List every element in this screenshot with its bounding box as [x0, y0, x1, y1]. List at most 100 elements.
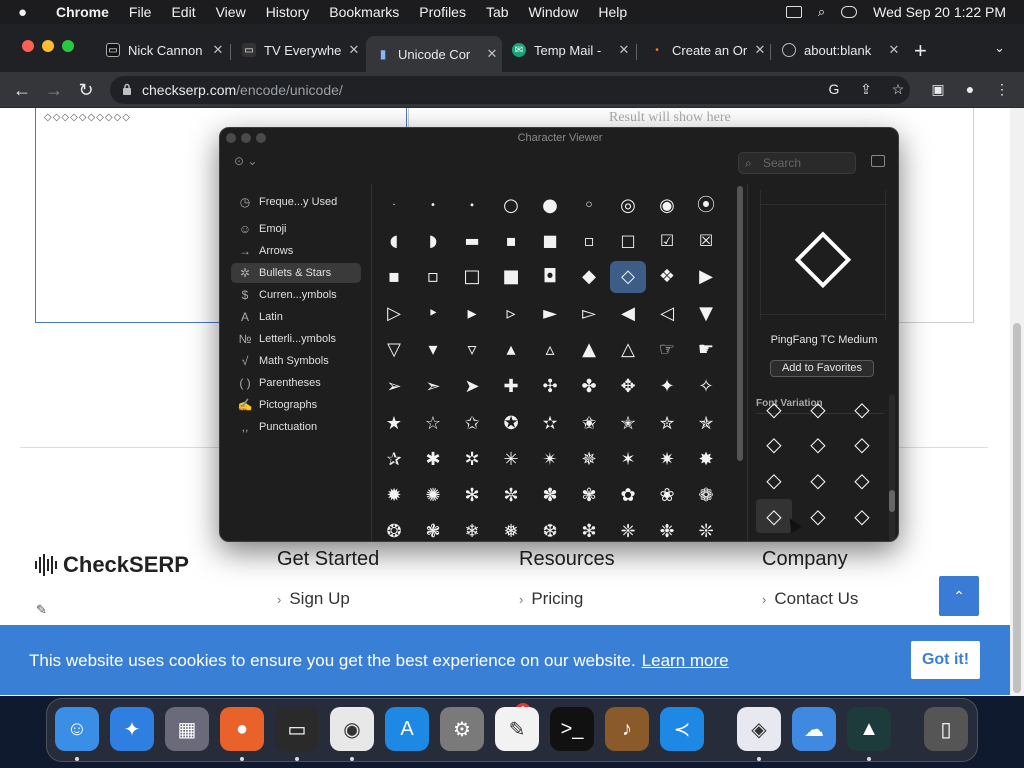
category-item[interactable]: ☺ Emoji: [231, 219, 361, 239]
character-cell[interactable]: ☑: [649, 225, 685, 257]
close-window-button[interactable]: [226, 133, 236, 143]
font-variation-cell[interactable]: ◇: [756, 392, 792, 426]
character-cell[interactable]: ▷: [376, 298, 412, 330]
font-variation-cell[interactable]: ◇: [800, 463, 836, 497]
guitar-icon[interactable]: ♪: [605, 707, 649, 751]
apple-icon[interactable]: ●: [18, 4, 36, 21]
category-item[interactable]: A Latin: [231, 307, 361, 327]
page-scrollbar[interactable]: [1010, 108, 1024, 696]
font-variation-cell[interactable]: ◇: [844, 463, 880, 497]
character-cell[interactable]: ◘: [532, 261, 568, 293]
character-cell[interactable]: ▪: [493, 225, 529, 257]
character-cell[interactable]: ▸: [454, 298, 490, 330]
got-it-button[interactable]: Got it!: [911, 641, 980, 679]
character-cell[interactable]: ◖: [376, 225, 412, 257]
character-cell[interactable]: ❀: [649, 480, 685, 512]
back-button[interactable]: ←: [10, 78, 34, 102]
character-cell[interactable]: ✣: [532, 371, 568, 403]
character-cell[interactable]: ○: [493, 190, 529, 222]
menu-bookmarks[interactable]: Bookmarks: [329, 4, 399, 20]
character-cell[interactable]: ❖: [649, 261, 685, 293]
category-item[interactable]: → Arrows: [231, 241, 361, 261]
category-item[interactable]: ,, Punctuation: [231, 417, 361, 437]
character-cell[interactable]: ❉: [649, 516, 685, 541]
character-cell[interactable]: ✿: [610, 480, 646, 512]
side-panel-icon[interactable]: ▣: [929, 81, 947, 99]
scrollbar-thumb[interactable]: [1013, 323, 1021, 693]
settings-icon[interactable]: ⚙: [440, 707, 484, 751]
menu-tab[interactable]: Tab: [486, 4, 509, 20]
menu-file[interactable]: File: [129, 4, 152, 20]
screen-mirroring-icon[interactable]: [785, 6, 802, 18]
visualstudio-icon[interactable]: ◈: [737, 707, 781, 751]
variation-scrollbar[interactable]: [889, 394, 895, 541]
character-cell[interactable]: ·: [376, 190, 412, 222]
font-variation-cell[interactable]: ◇: [756, 499, 792, 533]
close-tab-icon[interactable]: ✕: [344, 42, 364, 58]
character-cell[interactable]: ✵: [571, 444, 607, 476]
trash-icon[interactable]: ▯: [924, 707, 968, 751]
category-item[interactable]: № Letterli...ymbols: [231, 329, 361, 349]
character-cell[interactable]: ✮: [649, 408, 685, 440]
control-center-icon[interactable]: [841, 6, 858, 18]
character-cell[interactable]: ❇: [571, 516, 607, 541]
launchpad-icon[interactable]: ▦: [165, 707, 209, 751]
tab-create-account[interactable]: • Create an Or ✕: [640, 36, 770, 64]
zoom-window-button[interactable]: [62, 40, 74, 52]
forward-button[interactable]: →: [42, 78, 66, 102]
scrollbar-thumb[interactable]: [889, 490, 895, 512]
character-cell[interactable]: ✼: [493, 480, 529, 512]
close-tab-icon[interactable]: ✕: [750, 42, 770, 58]
character-cell[interactable]: ✶: [610, 444, 646, 476]
character-cell[interactable]: ▿: [454, 334, 490, 366]
character-search-input[interactable]: ⌕ Search: [738, 152, 856, 174]
character-cell[interactable]: ✩: [454, 408, 490, 440]
tab-about-blank[interactable]: about:blank ✕: [772, 36, 904, 64]
menu-view[interactable]: View: [216, 4, 246, 20]
terminal-icon[interactable]: >_: [550, 707, 594, 751]
character-cell[interactable]: ✦: [649, 371, 685, 403]
google-lens-icon[interactable]: G: [825, 81, 843, 99]
zoom-window-button[interactable]: [256, 133, 266, 143]
font-variation-cell[interactable]: ◇: [800, 392, 836, 426]
tab-temp-mail[interactable]: ✉ Temp Mail - ✕: [502, 36, 634, 64]
menu-window[interactable]: Window: [529, 4, 579, 20]
footer-link-pricing[interactable]: › Pricing: [519, 589, 615, 609]
scroll-to-top-button[interactable]: ⌃: [939, 576, 979, 616]
font-variation-cell[interactable]: ◇: [800, 427, 836, 461]
filmora-icon[interactable]: ▲: [847, 707, 891, 751]
menubar-clock[interactable]: Wed Sep 20 1:22 PM: [873, 4, 1006, 20]
add-to-favorites-button[interactable]: Add to Favorites: [770, 360, 874, 377]
minimize-window-button[interactable]: [42, 40, 54, 52]
menu-app-name[interactable]: Chrome: [56, 4, 109, 20]
character-cell[interactable]: ✾: [571, 480, 607, 512]
font-variation-cell[interactable]: ◇: [756, 463, 792, 497]
checkserp-logo[interactable]: CheckSERP: [35, 552, 189, 578]
character-cell[interactable]: ⦿: [688, 190, 724, 222]
category-item[interactable]: ◷ Freque...y Used: [231, 192, 361, 212]
more-menu-icon[interactable]: ⋮: [993, 81, 1011, 99]
grid-view-toggle-icon[interactable]: [871, 155, 885, 167]
firefox-icon[interactable]: ●: [220, 707, 264, 751]
character-cell[interactable]: ■: [532, 225, 568, 257]
character-cell[interactable]: ●: [532, 190, 568, 222]
reload-button[interactable]: ↻: [74, 78, 98, 102]
character-cell[interactable]: ▵: [532, 334, 568, 366]
font-variation-cell[interactable]: ◇: [756, 427, 792, 461]
tab-search-chevron-icon[interactable]: ⌄: [994, 40, 1005, 56]
menu-help[interactable]: Help: [598, 4, 627, 20]
character-cell[interactable]: ✧: [688, 371, 724, 403]
chrome-icon[interactable]: ◉: [330, 707, 374, 751]
vscode-icon[interactable]: ≺: [660, 707, 704, 751]
character-cell[interactable]: ❊: [688, 516, 724, 541]
category-item[interactable]: ✲ Bullets & Stars: [231, 263, 361, 283]
character-cell[interactable]: ∙: [454, 190, 490, 222]
category-item[interactable]: √ Math Symbols: [231, 351, 361, 371]
minimize-window-button[interactable]: [241, 133, 251, 143]
safari-icon[interactable]: ✦: [110, 707, 154, 751]
tab-nick-cannon[interactable]: ▭ Nick Cannon ✕: [96, 36, 228, 64]
category-item[interactable]: ( ) Parentheses: [231, 373, 361, 393]
finder-icon[interactable]: ☺: [55, 707, 99, 751]
character-cell[interactable]: ★: [376, 408, 412, 440]
character-cell[interactable]: ▾: [415, 334, 451, 366]
